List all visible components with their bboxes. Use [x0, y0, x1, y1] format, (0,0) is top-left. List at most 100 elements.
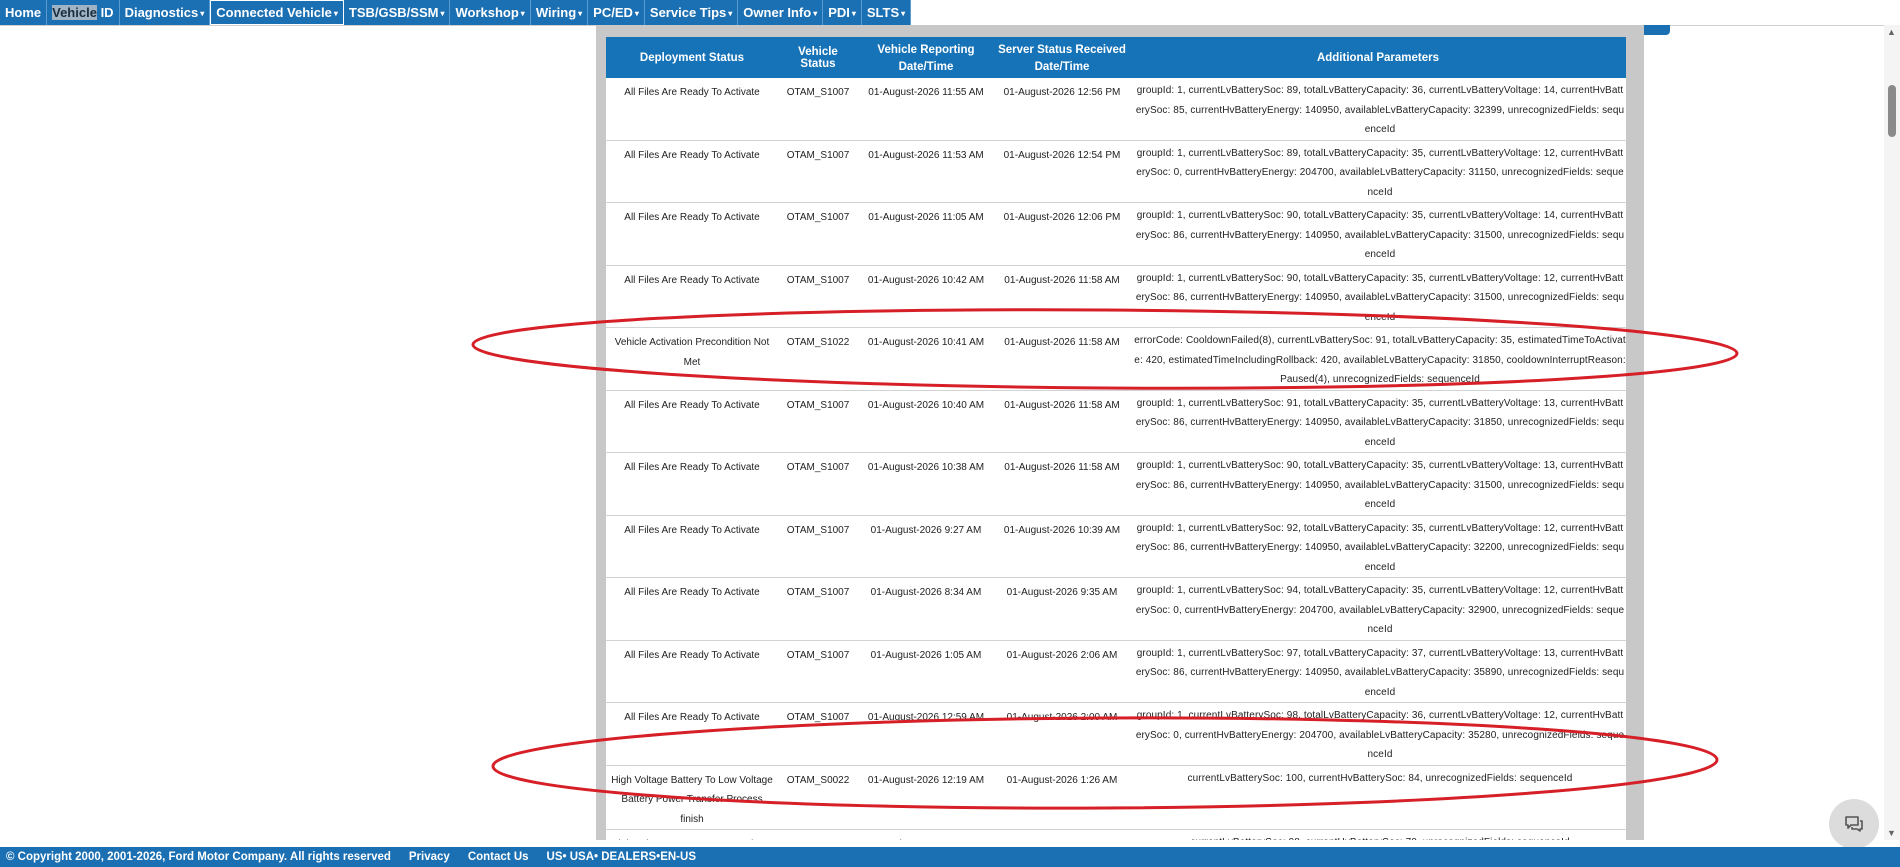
- col-server-status-title[interactable]: Server Status Received: [994, 37, 1130, 56]
- vehicle-status-cell: OTAM_S1022: [778, 327, 858, 391]
- nav-item-label: Home: [5, 5, 42, 20]
- deployment-status-cell: All Files Are Ready To Activate: [606, 702, 778, 766]
- nav-item-id[interactable]: Vehicle ID: [47, 0, 120, 25]
- privacy-link[interactable]: Privacy: [409, 847, 450, 867]
- status-history-table: Deployment Status Vehicle Status Vehicle…: [606, 37, 1626, 840]
- nav-item-label: PC/ED: [593, 5, 633, 20]
- col-additional-parameters[interactable]: Additional Parameters: [1130, 37, 1626, 78]
- received-datetime-cell: 01-August-2026 2:00 AM: [994, 702, 1130, 766]
- nav-item-label: Workshop: [455, 5, 519, 20]
- chevron-down-icon: ▾: [728, 9, 733, 18]
- scroll-up-icon[interactable]: ▲: [1887, 27, 1896, 37]
- additional-parameters-cell: groupId: 1, currentLvBatterySoc: 92, tot…: [1130, 515, 1626, 578]
- chevron-down-icon: ▾: [520, 9, 525, 18]
- nav-item-label: ID: [100, 5, 114, 20]
- received-datetime-cell: 01-August-2026 12:56 PM: [994, 78, 1130, 141]
- chat-bubble-icon: [1845, 816, 1863, 832]
- additional-parameters-cell: groupId: 1, currentLvBatterySoc: 97, tot…: [1130, 640, 1626, 703]
- additional-parameters-cell: groupId: 1, currentLvBatterySoc: 98, tot…: [1130, 702, 1626, 766]
- locale-selector[interactable]: US• USA• DEALERS•EN-US: [547, 847, 696, 867]
- chat-button[interactable]: [1829, 799, 1879, 849]
- additional-parameters-cell: currentLvBatterySoc: 98, currentHvBatter…: [1130, 829, 1626, 840]
- table-row: All Files Are Ready To Activate OTAM_S100…: [606, 265, 1626, 328]
- table-row: All Files Are Ready To Activate OTAM_S100…: [606, 577, 1626, 641]
- nav-item-slts[interactable]: SLTS ▾: [861, 0, 912, 25]
- top-navigation: Home Vehicle ID Diagnostics ▾ Connected Vehi…: [0, 0, 1900, 26]
- nav-item-workshop[interactable]: Workshop ▾: [450, 0, 531, 25]
- vehicle-status-cell: OTAM_S0022: [778, 765, 858, 830]
- chevron-down-icon: ▾: [901, 9, 906, 18]
- vehicle-status-cell: OTAM_S1007: [778, 452, 858, 516]
- nav-item-home[interactable]: Home: [0, 0, 48, 25]
- additional-parameters-cell: currentLvBatterySoc: 100, currentHvBatte…: [1130, 765, 1626, 830]
- reported-datetime-cell: 01-August-2026 10:38 AM: [858, 452, 994, 516]
- vehicle-status-cell: OTAM_S1007: [778, 265, 858, 328]
- nav-item-pc-ed[interactable]: PC/ED ▾: [588, 0, 645, 25]
- col-vehicle-reporting-datetime[interactable]: Date/Time: [858, 56, 994, 78]
- table-row: All Files Are Ready To Activate OTAM_S100…: [606, 702, 1626, 766]
- nav-item-tsb-gsb-ssm[interactable]: TSB/GSB/SSM ▾: [343, 0, 451, 25]
- table-row: All Files Are Ready To Activate OTAM_S100…: [606, 390, 1626, 453]
- vehicle-status-cell: OTAM_S1007: [778, 515, 858, 578]
- table-row: High Voltage Battery To Low Voltage Batt…: [606, 829, 1626, 840]
- table-row: All Files Are Ready To Activate OTAM_S100…: [606, 140, 1626, 203]
- reported-datetime-cell: 01-August-2026 9:27 AM: [858, 515, 994, 578]
- additional-parameters-cell: groupId: 1, currentLvBatterySoc: 94, tot…: [1130, 577, 1626, 641]
- footer: © Copyright 2000, 2001-2026, Ford Motor …: [0, 847, 1900, 867]
- col-deployment-status[interactable]: Deployment Status: [606, 37, 778, 78]
- deployment-status-cell: All Files Are Ready To Activate: [606, 265, 778, 328]
- additional-parameters-cell: groupId: 1, currentLvBatterySoc: 91, tot…: [1130, 390, 1626, 453]
- chevron-down-icon: ▾: [200, 9, 205, 18]
- additional-parameters-cell: groupId: 1, currentLvBatterySoc: 90, tot…: [1130, 452, 1626, 516]
- nav-item-connected-vehicle[interactable]: Connected Vehicle ▾: [210, 0, 344, 25]
- chevron-down-icon: ▾: [578, 9, 583, 18]
- nav-item-label: Connected Vehicle: [216, 5, 332, 20]
- table-row: All Files Are Ready To Activate OTAM_S100…: [606, 78, 1626, 141]
- contact-us-link[interactable]: Contact Us: [468, 847, 529, 867]
- table-row: All Files Are Ready To Activate OTAM_S100…: [606, 452, 1626, 516]
- nav-item-owner-info[interactable]: Owner Info ▾: [738, 0, 824, 25]
- vehicle-status-cell: OTAM_S1007: [778, 78, 858, 141]
- nav-item-label: Diagnostics: [124, 5, 199, 20]
- scroll-down-icon[interactable]: ▼: [1887, 828, 1896, 838]
- received-datetime-cell: 01-August-2026 11:58 AM: [994, 390, 1130, 453]
- vehicle-status-cell: OTAM_S0021: [778, 829, 858, 840]
- nav-item-label: SLTS: [866, 5, 900, 20]
- deployment-status-cell: All Files Are Ready To Activate: [606, 515, 778, 578]
- received-datetime-cell: 01-August-2026 12:54 PM: [994, 140, 1130, 203]
- scroll-thumb[interactable]: [1888, 85, 1896, 137]
- col-vehicle-status[interactable]: Vehicle Status: [778, 37, 858, 78]
- deployment-status-cell: All Files Are Ready To Activate: [606, 140, 778, 203]
- page-scrollbar[interactable]: ▲ ▼: [1884, 25, 1900, 840]
- status-history-panel: Deployment Status Vehicle Status Vehicle…: [606, 37, 1626, 840]
- nav-item-service-tips[interactable]: Service Tips ▾: [644, 0, 739, 25]
- nav-item-diagnostics[interactable]: Diagnostics ▾: [119, 0, 211, 25]
- table-body: All Files Are Ready To Activate OTAM_S100…: [606, 78, 1626, 840]
- table-header: Deployment Status Vehicle Status Vehicle…: [606, 37, 1626, 78]
- additional-parameters-cell: groupId: 1, currentLvBatterySoc: 89, tot…: [1130, 78, 1626, 141]
- additional-parameters-cell: groupId: 1, currentLvBatterySoc: 90, tot…: [1130, 265, 1626, 328]
- vehicle-status-cell: OTAM_S1007: [778, 140, 858, 203]
- nav-item-wiring[interactable]: Wiring ▾: [530, 0, 589, 25]
- table-row: All Files Are Ready To Activate OTAM_S100…: [606, 515, 1626, 578]
- reported-datetime-cell: 01-August-2026 10:42 AM: [858, 265, 994, 328]
- received-datetime-cell: 01-August-2026 1:01 AM: [994, 829, 1130, 840]
- nav-item-label: TSB/GSB/SSM: [348, 5, 439, 20]
- vehicle-status-cell: OTAM_S1007: [778, 390, 858, 453]
- reported-datetime-cell: 01-August-2026 10:40 AM: [858, 390, 994, 453]
- received-datetime-cell: 01-August-2026 10:39 AM: [994, 515, 1130, 578]
- table-row: High Voltage Battery To Low Voltage Batt…: [606, 765, 1626, 830]
- reported-datetime-cell: 01-August-2026 12:59 AM: [858, 702, 994, 766]
- col-server-status-datetime[interactable]: Date/Time: [994, 56, 1130, 78]
- vehicle-status-cell: OTAM_S1007: [778, 640, 858, 703]
- reported-datetime-cell: 01-August-2026 11:55 AM: [858, 78, 994, 141]
- chevron-down-icon: ▾: [813, 9, 818, 18]
- col-vehicle-reporting-title[interactable]: Vehicle Reporting: [858, 37, 994, 56]
- table-row: All Files Are Ready To Activate OTAM_S100…: [606, 202, 1626, 266]
- table-row: All Files Are Ready To Activate OTAM_S100…: [606, 640, 1626, 703]
- received-datetime-cell: 01-August-2026 11:58 AM: [994, 265, 1130, 328]
- nav-item-pdi[interactable]: PDI ▾: [823, 0, 862, 25]
- deployment-status-cell: All Files Are Ready To Activate: [606, 640, 778, 703]
- vehicle-status-cell: OTAM_S1007: [778, 577, 858, 641]
- received-datetime-cell: 01-August-2026 11:58 AM: [994, 452, 1130, 516]
